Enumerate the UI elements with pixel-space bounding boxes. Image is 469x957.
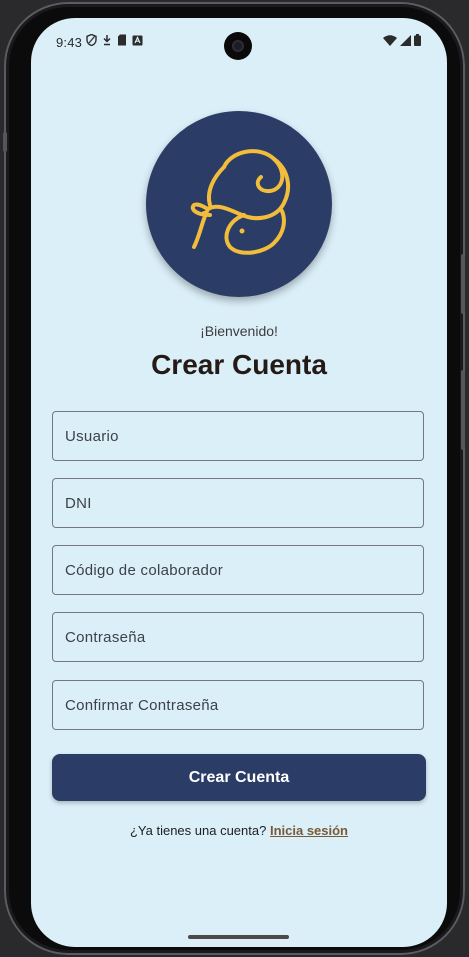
dni-label: DNI [65,495,92,512]
page-title: Crear Cuenta [151,349,327,380]
confirm-password-field[interactable]: Confirmar Contraseña [52,680,424,730]
download-icon [102,33,112,51]
collaborator-code-field[interactable]: Código de colaborador [52,545,424,595]
welcome-text: ¡Bienvenido! [200,323,278,339]
username-label: Usuario [65,428,119,445]
login-prompt-text: ¿Ya tienes una cuenta? [129,823,267,838]
dni-field[interactable]: DNI [52,478,424,528]
status-time: 9:43 [56,35,83,50]
keyboard-icon [132,33,143,51]
notification-icons [86,33,143,51]
s-mouse-logo-icon [190,149,291,255]
power-button [461,254,465,314]
wifi-icon [383,33,397,51]
phone-frame: 9:43 ¡Bienvenido! Crear Cuenta Usuario D… [3,2,465,955]
battery-icon [414,33,421,51]
app-screen: 9:43 ¡Bienvenido! Crear Cuenta Usuario D… [31,18,447,947]
confirm-password-label: Confirmar Contraseña [65,697,219,714]
sd-card-icon [117,33,127,51]
password-field[interactable]: Contraseña [52,612,424,662]
login-prompt-row: ¿Ya tienes una cuenta? Inicia sesión [31,823,447,838]
create-account-button[interactable]: Crear Cuenta [52,754,426,801]
volume-down-button [3,132,7,152]
front-camera [224,32,252,60]
login-link[interactable]: Inicia sesión [270,823,348,838]
status-bar: 9:43 [31,18,447,64]
volume-up-button [461,370,465,450]
password-label: Contraseña [65,629,146,646]
app-logo [146,111,332,297]
signal-icon [400,33,411,51]
shield-icon [86,33,97,51]
collaborator-code-label: Código de colaborador [65,562,224,579]
home-indicator[interactable] [188,935,289,939]
system-icons [383,33,421,51]
username-field[interactable]: Usuario [52,411,424,461]
